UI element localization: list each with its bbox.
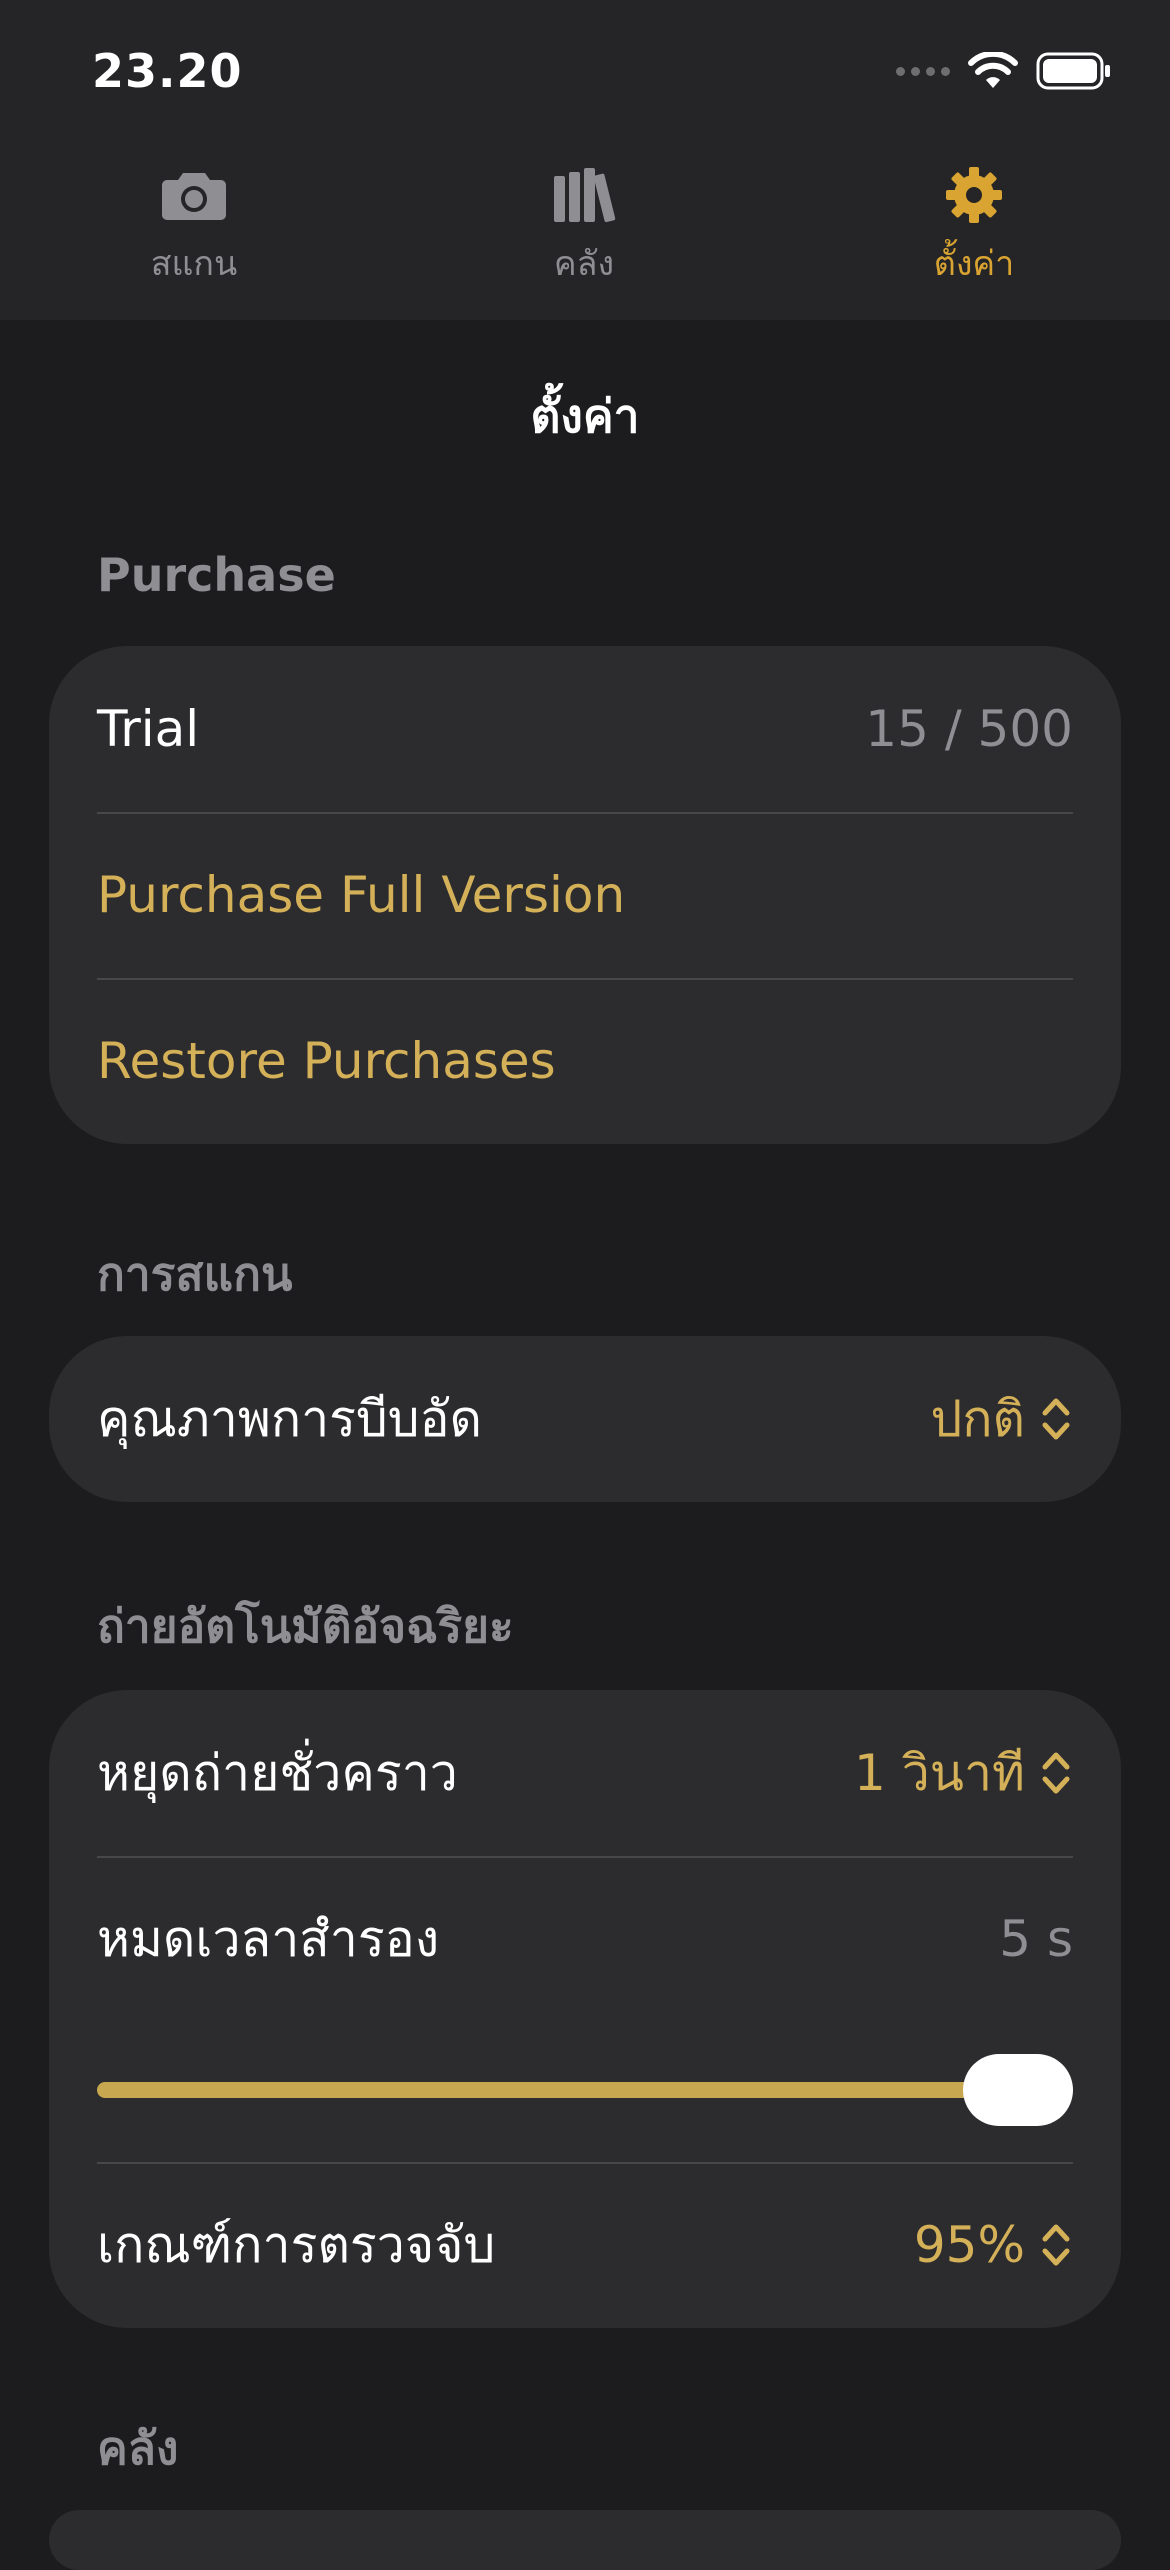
scanning-card: คุณภาพการบีบอัด ปกติ bbox=[49, 1336, 1121, 1502]
status-time: 23.20 bbox=[92, 44, 243, 98]
fallback-timeout-row: หมดเวลาสำรอง 5 s bbox=[49, 1856, 1121, 2022]
capture-pause-row[interactable]: หยุดถ่ายชั่วคราว 1 วินาที bbox=[49, 1690, 1121, 1856]
trial-row: Trial 15 / 500 bbox=[49, 646, 1121, 812]
fallback-timeout-slider[interactable] bbox=[49, 2022, 1121, 2162]
wifi-icon bbox=[968, 52, 1018, 88]
library-card bbox=[49, 2510, 1121, 2570]
detection-threshold-value: 95% bbox=[913, 2216, 1025, 2274]
page-title: ตั้งค่า bbox=[530, 389, 640, 443]
top-chrome: 23.20 สแกน คลัง ตั้งค่า bbox=[0, 0, 1170, 320]
smart-capture-card: หยุดถ่ายชั่วคราว 1 วินาที หมดเวลาสำรอง 5… bbox=[49, 1690, 1121, 2328]
tab-settings-label: ตั้งค่า bbox=[933, 244, 1015, 284]
chevron-up-down-icon bbox=[1042, 2224, 1070, 2266]
books-icon bbox=[552, 160, 616, 230]
gear-icon bbox=[945, 160, 1003, 230]
capture-pause-picker[interactable]: 1 วินาที bbox=[854, 1734, 1073, 1813]
slider-track bbox=[97, 2082, 1073, 2098]
camera-icon bbox=[161, 160, 227, 230]
purchase-full-version-label: Purchase Full Version bbox=[97, 866, 626, 924]
status-icons bbox=[896, 52, 1112, 90]
chevron-up-down-icon bbox=[1042, 1752, 1070, 1794]
section-header-smart-capture: ถ่ายอัตโนมัติอัจฉริยะ bbox=[97, 1599, 514, 1653]
detection-threshold-label: เกณฑ์การตรวจจับ bbox=[97, 2215, 496, 2274]
section-header-purchase: Purchase bbox=[97, 548, 336, 602]
purchase-full-version-button[interactable]: Purchase Full Version bbox=[49, 812, 1121, 978]
tab-settings[interactable]: ตั้งค่า bbox=[854, 160, 1094, 300]
compression-quality-row[interactable]: คุณภาพการบีบอัด ปกติ bbox=[49, 1336, 1121, 1502]
detection-threshold-picker[interactable]: 95% bbox=[914, 2216, 1073, 2274]
tab-bar: สแกน คลัง ตั้งค่า bbox=[0, 160, 1170, 300]
cellular-signal-icon bbox=[896, 66, 950, 76]
trial-label: Trial bbox=[97, 700, 200, 758]
battery-icon bbox=[1036, 52, 1110, 90]
capture-pause-label: หยุดถ่ายชั่วคราว bbox=[97, 1743, 458, 1802]
section-header-scanning: การสแกน bbox=[97, 1247, 293, 1301]
detection-threshold-row[interactable]: เกณฑ์การตรวจจับ 95% bbox=[49, 2162, 1121, 2328]
purchase-card: Trial 15 / 500 Purchase Full Version Res… bbox=[49, 646, 1121, 1144]
section-header-library: คลัง bbox=[97, 2421, 179, 2475]
compression-quality-label: คุณภาพการบีบอัด bbox=[97, 1389, 483, 1448]
tab-scan-label: สแกน bbox=[150, 244, 238, 284]
fallback-timeout-value: 5 s bbox=[999, 1910, 1073, 1968]
slider-thumb[interactable] bbox=[963, 2054, 1073, 2126]
status-bar: 23.20 bbox=[0, 0, 1170, 150]
trial-value: 15 / 500 bbox=[865, 700, 1073, 758]
tab-library[interactable]: คลัง bbox=[464, 160, 704, 300]
fallback-timeout-label: หมดเวลาสำรอง bbox=[97, 1909, 440, 1968]
compression-quality-picker[interactable]: ปกติ bbox=[931, 1380, 1073, 1459]
compression-quality-value: ปกติ bbox=[930, 1389, 1025, 1448]
chevron-up-down-icon bbox=[1042, 1398, 1070, 1440]
restore-purchases-button[interactable]: Restore Purchases bbox=[49, 978, 1121, 1144]
tab-library-label: คลัง bbox=[553, 244, 615, 284]
tab-scan[interactable]: สแกน bbox=[74, 160, 314, 300]
restore-purchases-label: Restore Purchases bbox=[97, 1032, 556, 1090]
capture-pause-value: 1 วินาที bbox=[854, 1743, 1025, 1802]
